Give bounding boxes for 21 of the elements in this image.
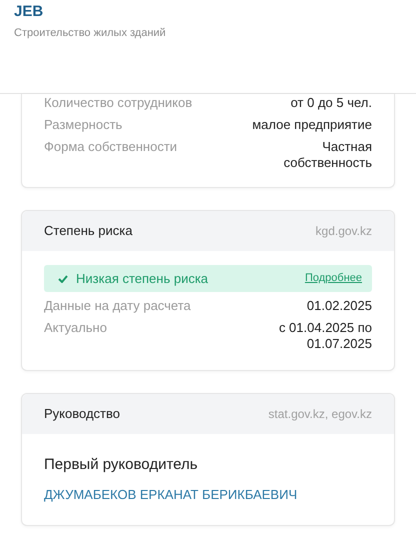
field-label: Размерность <box>44 117 122 133</box>
field-label: Данные на дату расчета <box>44 298 191 314</box>
field-value: от 0 до 5 чел. <box>290 95 372 111</box>
source-text: stat.gov.kz, egov.kz <box>268 406 372 423</box>
source-text: kgd.gov.kz <box>316 223 372 240</box>
field-value: с 01.04.2025 по 01.07.2025 <box>278 320 372 352</box>
company-activity: Строительство жилых зданий <box>14 26 167 41</box>
field-value: малое предприятие <box>252 117 372 133</box>
details-link[interactable]: Подробнее <box>304 270 362 287</box>
field-value: 01.02.2025 <box>306 298 372 314</box>
card-title: Степень риска <box>44 222 132 240</box>
company-title: JEB <box>14 3 44 21</box>
field-label: Актуально <box>44 320 107 337</box>
field-label: Форма собственности <box>44 139 178 156</box>
field-value: Частная собственность <box>282 139 372 171</box>
card-title: Руководство <box>44 405 120 424</box>
role-label: Первый руководитель <box>44 455 199 475</box>
person-link[interactable]: ДЖУМАБЕКОВ ЕРКАНАТ БЕРИКБАЕВИЧ <box>44 484 298 504</box>
check-icon <box>58 274 68 282</box>
risk-status: Низкая степень риска <box>76 270 208 288</box>
field-label: Количество сотрудников <box>44 95 192 111</box>
